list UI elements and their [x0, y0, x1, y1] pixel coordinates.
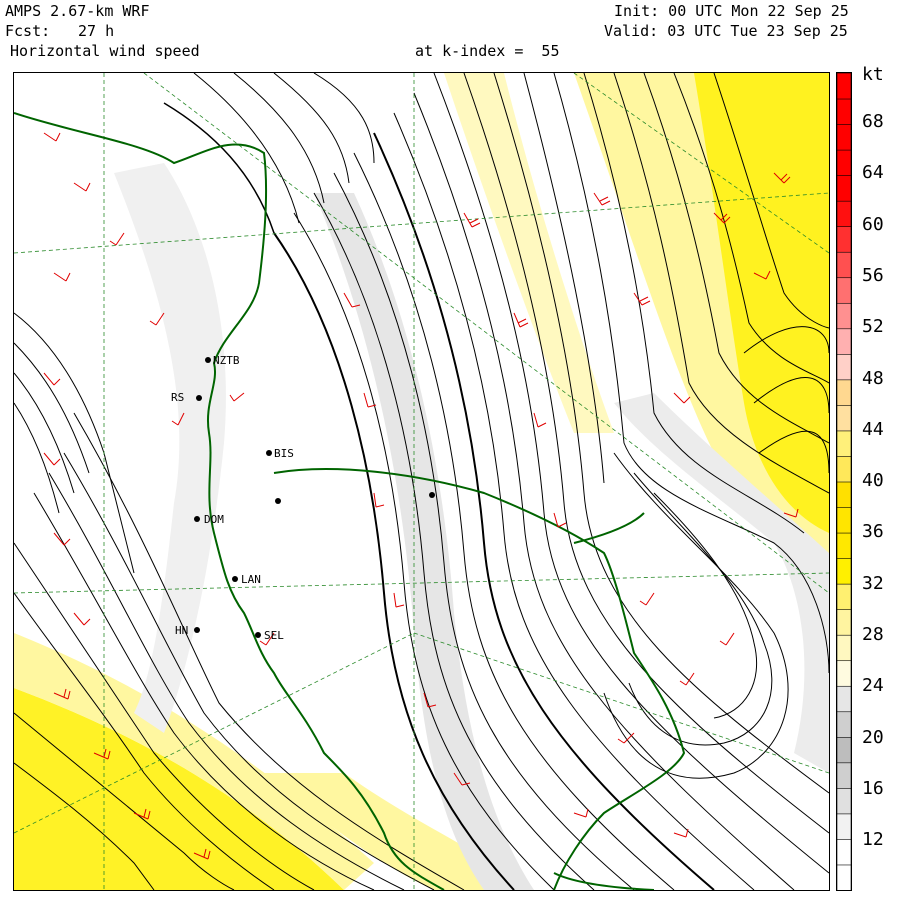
colorbar-swatch — [837, 430, 851, 457]
station-lan-marker — [232, 576, 238, 582]
colorbar-swatch — [837, 353, 851, 381]
colorbar-label: 16 — [862, 777, 884, 799]
colorbar-swatch — [837, 328, 851, 355]
colorbar-swatch — [837, 634, 851, 662]
station-lan-label: LAN — [241, 573, 261, 586]
wind-map-canvas — [14, 73, 829, 890]
colorbar-swatch — [837, 98, 851, 125]
colorbar-label: 20 — [862, 726, 884, 748]
colorbar-swatch — [837, 762, 851, 789]
forecast-hours: 27 h — [78, 22, 115, 40]
station-nztb-marker — [205, 357, 211, 363]
colorbar-label: 40 — [862, 470, 884, 492]
colorbar-swatch — [837, 787, 851, 815]
colorbar-swatch — [837, 557, 851, 585]
colorbar-label: 44 — [862, 418, 884, 440]
speed-shading — [14, 73, 829, 890]
colorbar-label: 52 — [862, 316, 884, 338]
station-sel-marker — [255, 632, 261, 638]
wind-map: NZTB RS BIS DOM LAN HN SEL — [13, 72, 830, 891]
colorbar-swatch — [837, 404, 851, 432]
colorbar-swatch — [837, 736, 851, 764]
colorbar-label: 36 — [862, 521, 884, 543]
colorbar-swatch — [837, 532, 851, 559]
station-hn-marker — [194, 627, 200, 633]
station-hn-label: HN — [175, 624, 189, 637]
colorbar-swatch — [837, 838, 851, 866]
colorbar-swatch — [837, 608, 851, 636]
colorbar-swatch — [837, 123, 851, 151]
colorbar-swatch — [837, 455, 851, 483]
colorbar-swatch — [837, 276, 851, 304]
colorbar-label: 56 — [862, 264, 884, 286]
colorbar-swatch — [837, 174, 851, 202]
colorbar-label: 48 — [862, 367, 884, 389]
colorbar-unit: kt — [862, 64, 884, 85]
station-nztb-label: NZTB — [213, 354, 240, 367]
colorbar-swatch — [837, 659, 851, 687]
station-bis-label: BIS — [274, 447, 294, 460]
colorbar-label: 60 — [862, 213, 884, 235]
colorbar-swatch — [837, 583, 851, 610]
station-sel-label: SEL — [264, 629, 284, 642]
colorbar-swatch — [837, 710, 851, 738]
level-label: at k-index = 55 — [415, 42, 560, 60]
colorbar-label: 68 — [862, 111, 884, 132]
init-time: Init: 00 UTC Mon 22 Sep 25 — [614, 2, 849, 20]
station-unlabeled-marker — [429, 492, 435, 498]
colorbar-swatches — [837, 73, 851, 890]
station-rs-label: RS — [171, 391, 185, 404]
colorbar-label: 32 — [862, 572, 884, 594]
station-bis-marker — [266, 450, 272, 456]
colorbar-swatch — [837, 200, 851, 227]
colorbar-swatch — [837, 302, 851, 330]
model-title: AMPS 2.67-km WRF — [5, 2, 150, 20]
colorbar-label: 64 — [862, 162, 884, 184]
station-dom-label: DOM — [204, 513, 224, 526]
forecast-label: Fcst: — [5, 22, 51, 40]
colorbar-swatch — [837, 506, 851, 534]
colorbar-swatch — [837, 225, 851, 253]
colorbar-swatch — [837, 685, 851, 713]
station-unlabeled-marker-2 — [275, 498, 281, 504]
station-dom-marker — [194, 516, 200, 522]
colorbar-label: 24 — [862, 675, 884, 697]
colorbar-swatch — [837, 481, 851, 508]
colorbar-swatch — [837, 379, 851, 406]
valid-time: Valid: 03 UTC Tue 23 Sep 25 — [604, 22, 848, 40]
station-rs-marker — [196, 395, 202, 401]
colorbar-label: 12 — [862, 829, 884, 851]
colorbar-label: 28 — [862, 624, 884, 645]
colorbar-swatch — [837, 864, 851, 890]
colorbar-swatch — [837, 149, 851, 176]
colorbar-swatch — [837, 73, 851, 100]
colorbar — [836, 72, 852, 891]
field-name: Horizontal wind speed — [10, 42, 200, 60]
colorbar-swatch — [837, 813, 851, 840]
colorbar-swatch — [837, 251, 851, 279]
